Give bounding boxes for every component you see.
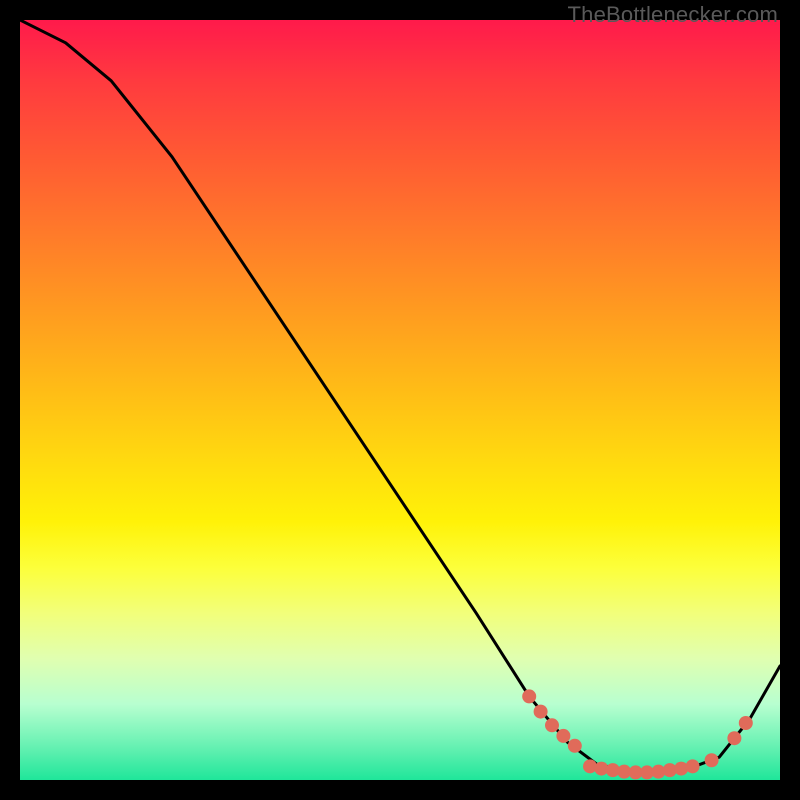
- chart-frame: TheBottlenecker.com: [0, 0, 800, 800]
- marker-dot: [534, 705, 548, 719]
- plot-area: [20, 20, 780, 780]
- marker-dot: [705, 753, 719, 767]
- marker-dot: [556, 729, 570, 743]
- marker-dot: [522, 689, 536, 703]
- marker-dot: [568, 739, 582, 753]
- chart-svg: [20, 20, 780, 780]
- watermark-text: TheBottlenecker.com: [568, 2, 778, 28]
- series-curve: [20, 20, 780, 772]
- marker-dot: [739, 716, 753, 730]
- marker-dot: [727, 731, 741, 745]
- marker-dot: [545, 718, 559, 732]
- marker-dot: [686, 759, 700, 773]
